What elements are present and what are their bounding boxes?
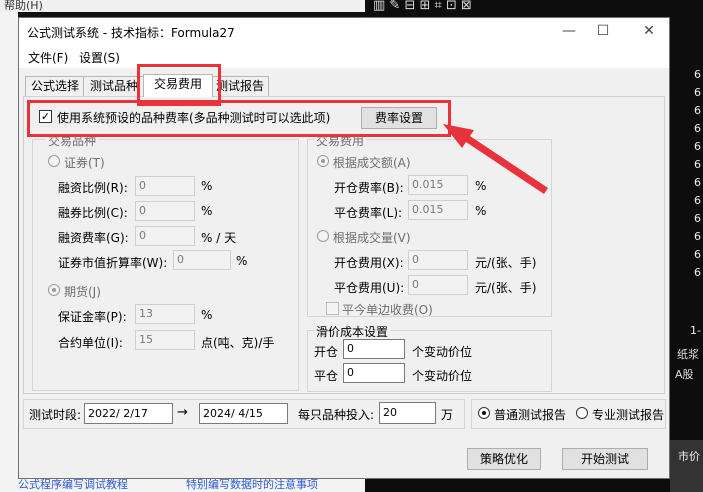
- contract-unit-unit: 点(吨、克)/手: [201, 336, 275, 350]
- pro-report-label: 专业测试报告: [592, 408, 665, 422]
- margin-financing-ratio-unit: %: [201, 179, 213, 193]
- margin-rate-label: 保证金率(P):: [58, 310, 127, 324]
- close-rate-unit: %: [475, 204, 487, 218]
- short-selling-ratio-input[interactable]: 0: [135, 201, 195, 221]
- contract-unit-input[interactable]: 15: [135, 330, 195, 350]
- normal-report-label: 普通测试报告: [494, 408, 567, 422]
- tab-trading-fees[interactable]: 交易费用: [143, 74, 213, 97]
- quote-label-ashare: A股: [675, 368, 694, 381]
- close-fee-label: 平仓费用(U):: [334, 281, 405, 295]
- menu-file[interactable]: 文件(F): [28, 49, 68, 66]
- close-rate-label: 平仓费率(L):: [334, 206, 403, 220]
- slippage-close-label: 平仓: [314, 369, 339, 383]
- margin-financing-ratio-input[interactable]: 0: [135, 176, 195, 196]
- background-link-bar: 公式程序编写调试教程 特别编写数据时的注意事项: [0, 478, 365, 492]
- securities-label: 证券(T): [64, 156, 105, 170]
- margin-rate-unit: %: [201, 308, 213, 322]
- open-fee-label: 开仓费用(X):: [334, 256, 404, 270]
- menu-bar: 文件(F) 设置(S): [19, 46, 669, 68]
- financing-rate-input[interactable]: 0: [135, 226, 195, 246]
- normal-report-radio[interactable]: [478, 407, 490, 419]
- market-value-rate-input[interactable]: 0: [173, 250, 231, 270]
- by-amount-radio[interactable]: [317, 155, 329, 167]
- invest-input[interactable]: 20: [379, 402, 436, 424]
- quote-label-price: 市价: [678, 450, 700, 463]
- title-bar: 公式测试系统 - 技术指标：Formula27 — ☐ ✕: [19, 18, 669, 46]
- start-date-picker[interactable]: 2022/ 2/17: [84, 403, 173, 424]
- menu-settings[interactable]: 设置(S): [79, 49, 120, 66]
- strategy-optimize-button[interactable]: 策略优化: [467, 448, 541, 470]
- slippage-open-input[interactable]: 0: [343, 339, 405, 359]
- tab-formula-select[interactable]: 公式选择: [25, 76, 85, 96]
- open-rate-label: 开仓费率(B):: [334, 181, 404, 195]
- market-value-rate-unit: %: [236, 254, 248, 268]
- help-menu-hint: 帮助(H): [4, 0, 43, 12]
- date-range-arrow: →: [177, 405, 188, 420]
- trading-fees-panel: ✓ 使用系统预设的品种费率(多品种测试时可以选此项) 费率设置 交易品种 证券(…: [23, 96, 665, 394]
- futures-radio[interactable]: [48, 284, 60, 296]
- minimize-icon[interactable]: —: [559, 22, 579, 40]
- close-rate-input[interactable]: 0.015: [408, 200, 468, 220]
- toolbar-icon: ▥ ✎ ⊟ ⊞ ⌗ ⊡ ⊠: [373, 0, 472, 13]
- background-menubar: 帮助(H): [0, 0, 365, 12]
- market-value-rate-label: 证券市值折算率(W):: [58, 256, 168, 270]
- tab-test-variety[interactable]: 测试品种: [83, 76, 145, 96]
- close-today-label: 平今单边收费(O): [342, 303, 433, 317]
- formula-test-dialog: 公式测试系统 - 技术指标：Formula27 — ☐ ✕ 文件(F) 设置(S…: [18, 17, 670, 479]
- annotation-rate-highlight: [27, 100, 451, 137]
- quote-footer: 市价: [670, 440, 703, 492]
- financing-rate-unit: % / 天: [201, 231, 237, 245]
- margin-financing-ratio-label: 融资比例(R):: [58, 181, 128, 195]
- short-selling-ratio-label: 融券比例(C):: [58, 206, 128, 220]
- slippage-close-unit: 个变动价位: [412, 369, 473, 383]
- pro-report-radio[interactable]: [576, 407, 588, 419]
- start-test-button[interactable]: 开始测试: [562, 448, 648, 470]
- contract-unit-label: 合约单位(I):: [58, 336, 123, 350]
- securities-radio[interactable]: [48, 155, 60, 167]
- futures-label: 期货(J): [64, 285, 101, 299]
- quote-column: 6 6 6 6 6 6 6 6 6 6 6 6 1-: [690, 68, 701, 337]
- close-icon[interactable]: ✕: [639, 22, 659, 40]
- slippage-close-input[interactable]: 0: [343, 363, 405, 383]
- annotation-arrow-icon: [443, 124, 548, 194]
- maximize-icon[interactable]: ☐: [593, 22, 613, 40]
- financing-rate-label: 融资费率(G):: [58, 231, 129, 245]
- invest-unit: 万: [441, 408, 454, 422]
- by-amount-label: 根据成交额(A): [333, 156, 411, 170]
- close-fee-unit: 元/(张、手): [475, 281, 537, 295]
- by-volume-label: 根据成交量(V): [333, 231, 411, 245]
- close-fee-input[interactable]: 0: [408, 275, 468, 295]
- slippage-group-title: 滑价成本设置: [314, 323, 391, 340]
- quote-label-pulp: 纸浆: [677, 348, 699, 361]
- margin-rate-input[interactable]: 13: [135, 304, 195, 324]
- open-fee-unit: 元/(张、手): [475, 256, 537, 270]
- close-today-checkbox[interactable]: [326, 302, 339, 315]
- window-title: 公式测试系统 - 技术指标：Formula27: [27, 26, 235, 40]
- invest-label: 每只品种投入:: [298, 408, 375, 422]
- short-selling-ratio-unit: %: [201, 204, 213, 218]
- background-left-edge: [0, 12, 18, 492]
- slippage-open-label: 开仓: [314, 345, 339, 359]
- slippage-open-unit: 个变动价位: [412, 345, 473, 359]
- test-period-label: 测试时段:: [29, 408, 82, 422]
- open-fee-input[interactable]: 0: [408, 250, 468, 270]
- by-volume-radio[interactable]: [317, 230, 329, 242]
- end-date-picker[interactable]: 2024/ 4/15: [199, 403, 288, 424]
